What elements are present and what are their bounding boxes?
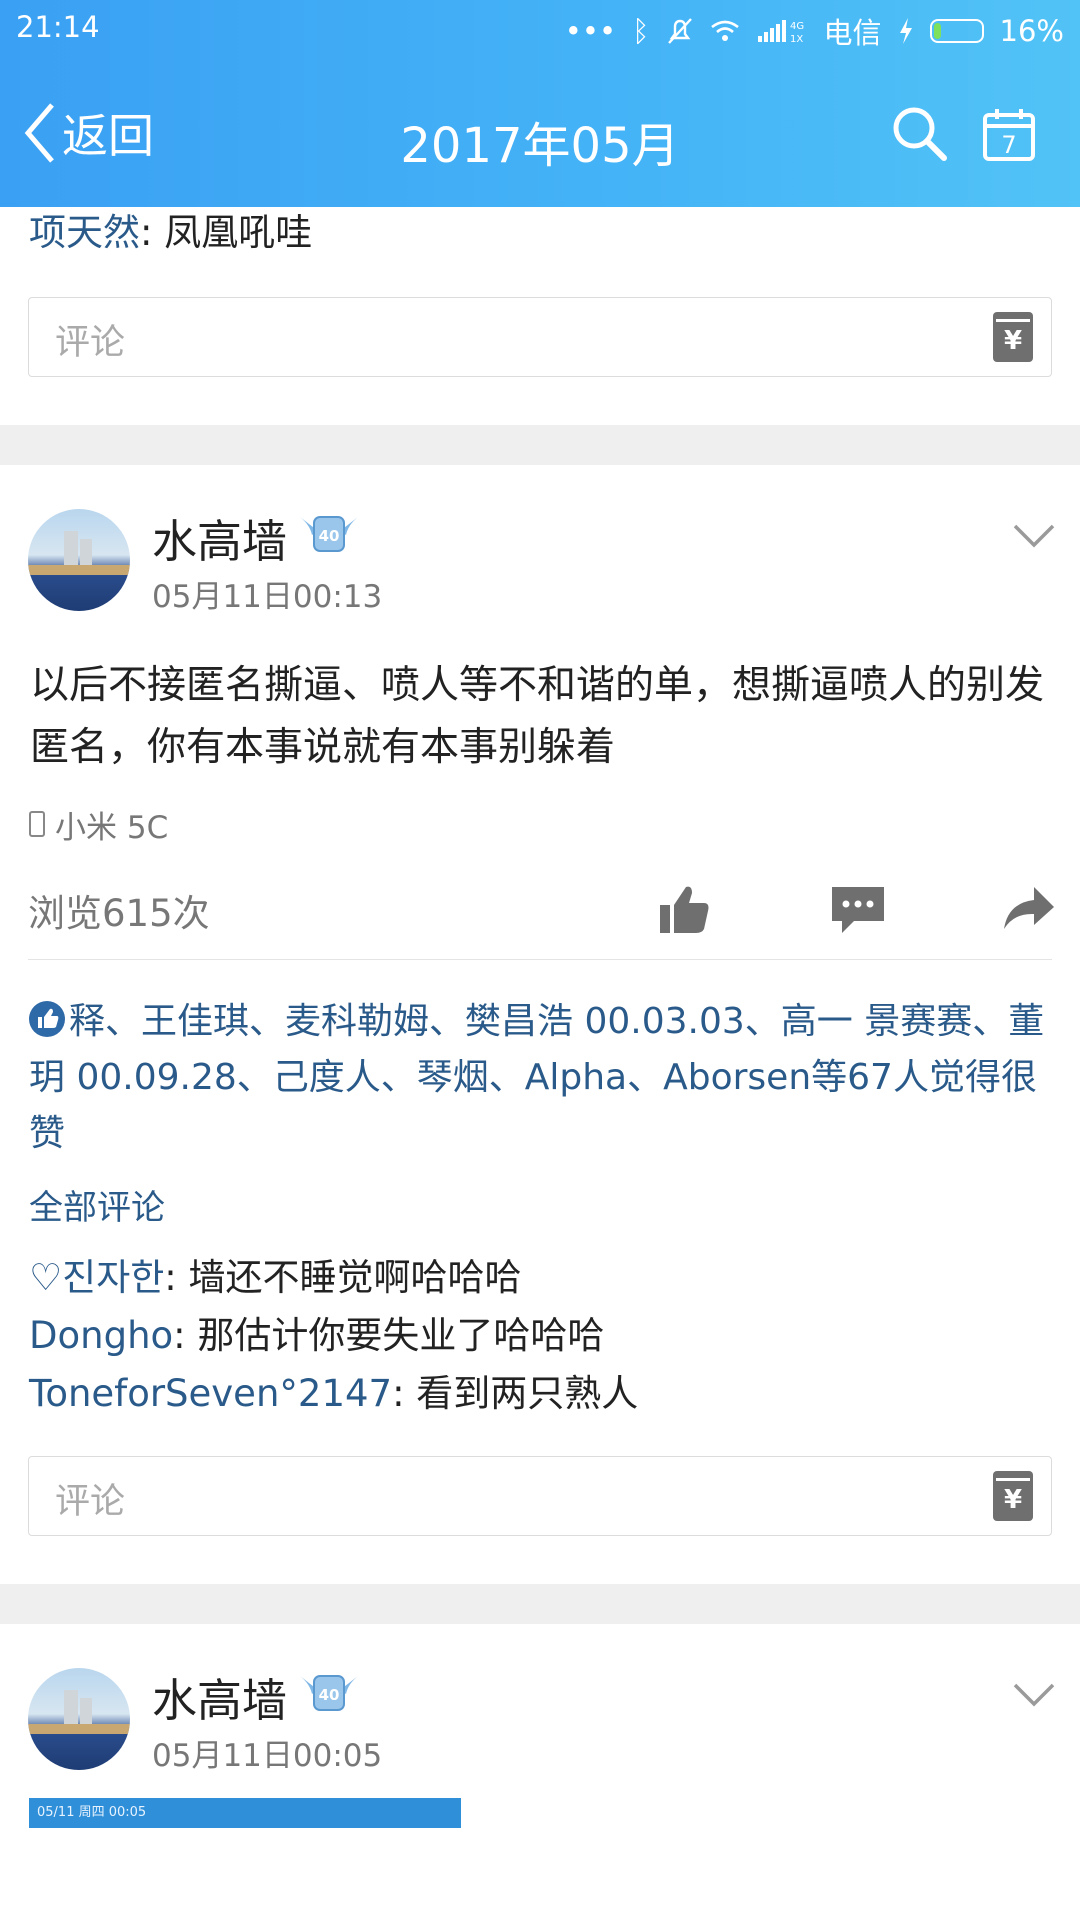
search-icon[interactable] bbox=[890, 104, 950, 164]
comment-text: 看到两只熟人 bbox=[416, 1372, 639, 1415]
chevron-down-icon[interactable] bbox=[1012, 1682, 1056, 1708]
comment-author[interactable]: ♡진자한 bbox=[29, 1256, 164, 1299]
phone-icon bbox=[29, 811, 45, 837]
carrier-label: 电信 bbox=[823, 16, 882, 50]
svg-text:40: 40 bbox=[319, 1686, 340, 1704]
post-header: 水高墙 40 05月11日00:05 bbox=[0, 1668, 1080, 1788]
comment-author[interactable]: Dongho bbox=[29, 1314, 173, 1357]
red-packet-icon[interactable]: ¥ bbox=[993, 312, 1033, 362]
comment-author[interactable]: 项天然 bbox=[29, 211, 140, 254]
post-image[interactable]: 05/11 周四 00:05 bbox=[29, 1798, 461, 1828]
comment-text: 凤凰吼哇 bbox=[164, 211, 313, 254]
comment-text: 那估计你要失业了哈哈哈 bbox=[197, 1314, 605, 1357]
status-bar: 21:14 ••• ᛒ 4G 1X 电信 16% bbox=[0, 0, 1080, 58]
comment-input[interactable]: 评论 ¥ bbox=[28, 297, 1052, 377]
comment-row: Dongho: 那估计你要失业了哈哈哈 bbox=[29, 1314, 605, 1357]
svg-text:1X: 1X bbox=[790, 34, 803, 44]
post-time: 05月11日00:13 bbox=[152, 579, 383, 615]
status-time: 21:14 bbox=[16, 10, 100, 44]
device-info: 小米 5C bbox=[0, 799, 1080, 849]
post-time: 05月11日00:05 bbox=[152, 1738, 383, 1774]
author-name[interactable]: 水高墙 bbox=[152, 1664, 287, 1729]
comment-placeholder: 评论 bbox=[55, 323, 126, 363]
red-packet-icon[interactable]: ¥ bbox=[993, 1471, 1033, 1521]
battery-icon bbox=[929, 19, 984, 43]
post-text: 以后不接匿名撕逼、喷人等不和谐的单，想撕逼喷人的别发匿名，你有本事说就有本事别躲… bbox=[30, 663, 1045, 770]
post-separator bbox=[0, 425, 1080, 465]
post-actions: 浏览615次 bbox=[28, 859, 1054, 960]
more-dots-icon: ••• bbox=[564, 14, 617, 48]
bluetooth-icon: ᛒ bbox=[632, 14, 650, 48]
chevron-down-icon[interactable] bbox=[1012, 523, 1056, 549]
mute-bell-icon bbox=[667, 18, 692, 44]
charging-bolt-icon bbox=[899, 18, 912, 44]
thumbs-up-icon bbox=[29, 1001, 65, 1037]
comment-row: 项天然: 凤凰吼哇 bbox=[29, 211, 313, 254]
likes-summary[interactable]: 释、王佳琪、麦科勒姆、樊昌浩 00.03.03、高一 景赛赛、董玥 00.09.… bbox=[0, 994, 1080, 1162]
all-comments-link[interactable]: 全部评论 bbox=[0, 1184, 1080, 1232]
comment-input[interactable]: 评论 ¥ bbox=[28, 1456, 1052, 1536]
device-label: 小米 5C bbox=[55, 809, 169, 846]
post-separator bbox=[0, 1584, 1080, 1624]
likes-text: 释、王佳琪、麦科勒姆、樊昌浩 00.03.03、高一 景赛赛、董玥 00.09.… bbox=[29, 1001, 1045, 1154]
comment-list: ♡진자한: 墙还不睡觉啊哈哈哈 Dongho: 那估计你要失业了哈哈哈 Tone… bbox=[0, 1254, 1080, 1428]
calendar-day: 7 bbox=[1001, 131, 1016, 159]
svg-text:40: 40 bbox=[319, 527, 340, 545]
comment-row: ♡진자한: 墙还不睡觉啊哈哈哈 bbox=[29, 1256, 522, 1299]
like-icon[interactable] bbox=[656, 881, 712, 937]
wifi-icon bbox=[710, 20, 739, 41]
battery-percent: 16% bbox=[999, 14, 1064, 48]
vip-badge-icon: 40 bbox=[300, 516, 358, 552]
feed: 项天然: 凤凰吼哇 评论 ¥ 水高墙 40 05月11日00:13 以后不接匿名… bbox=[0, 207, 1080, 1828]
post-header: 水高墙 40 05月11日00:13 bbox=[0, 509, 1080, 629]
comment-placeholder: 评论 bbox=[55, 1482, 126, 1522]
comment-icon[interactable] bbox=[830, 881, 886, 937]
avatar[interactable] bbox=[28, 1668, 130, 1770]
share-icon[interactable] bbox=[1000, 881, 1056, 937]
image-status-text: 05/11 周四 00:05 bbox=[37, 1805, 147, 1820]
author-name[interactable]: 水高墙 bbox=[152, 505, 287, 570]
comment-text: 墙还不睡觉啊哈哈哈 bbox=[188, 1256, 522, 1299]
battery-level-fill bbox=[933, 23, 941, 39]
nav-bar: 返回 2017年05月 7 bbox=[0, 90, 1080, 190]
svg-text:4G: 4G bbox=[790, 21, 804, 32]
status-icons: ••• ᛒ 4G 1X 电信 16% bbox=[565, 10, 1064, 52]
comment-author[interactable]: ToneforSeven°2147 bbox=[29, 1372, 392, 1415]
vip-badge-icon: 40 bbox=[300, 1675, 358, 1711]
view-count: 浏览615次 bbox=[28, 892, 210, 935]
calendar-icon[interactable]: 7 bbox=[982, 106, 1036, 162]
top-header: 21:14 ••• ᛒ 4G 1X 电信 16% 返回 2017年05月 7 bbox=[0, 0, 1080, 207]
signal-4g-icon: 4G 1X bbox=[757, 20, 804, 44]
avatar[interactable] bbox=[28, 509, 130, 611]
comment-row: ToneforSeven°2147: 看到两只熟人 bbox=[29, 1372, 639, 1415]
